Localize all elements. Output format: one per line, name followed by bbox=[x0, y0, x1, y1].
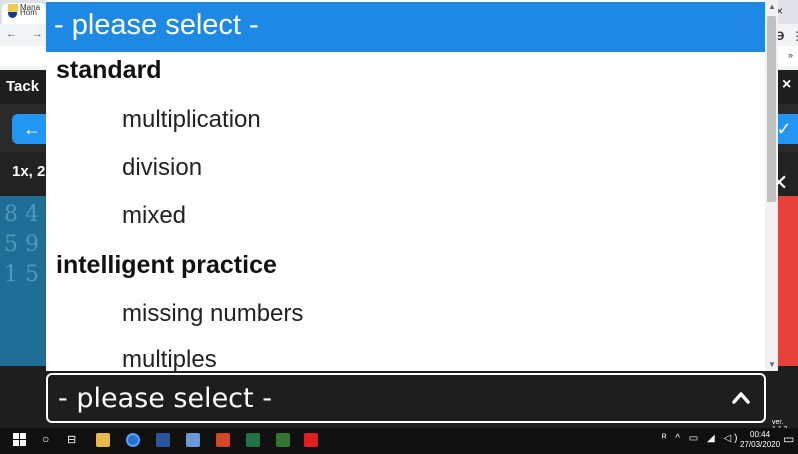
dropdown-option[interactable]: missing numbers bbox=[122, 300, 303, 328]
file-explorer-icon[interactable] bbox=[96, 433, 110, 447]
system-tray-icons[interactable]: ᴿ ^ ▭ ◢ ◁) bbox=[662, 433, 740, 444]
dropdown-option-placeholder[interactable]: - please select - bbox=[46, 2, 766, 52]
windows-start-icon[interactable] bbox=[13, 433, 27, 447]
clock-date: 27/03/2020 bbox=[740, 440, 781, 449]
scroll-down-icon[interactable]: ▼ bbox=[768, 360, 776, 369]
clock-time: 00:44 bbox=[750, 430, 771, 439]
chevron-up-icon bbox=[732, 392, 750, 404]
paint-icon[interactable] bbox=[186, 433, 200, 447]
clock[interactable]: 00:44 27/03/2020 bbox=[740, 430, 780, 450]
app-title: Tack bbox=[6, 78, 40, 95]
scrollbar-thumb[interactable] bbox=[767, 16, 776, 202]
chrome-icon[interactable] bbox=[126, 433, 140, 447]
search-icon[interactable]: ○ bbox=[42, 432, 49, 446]
task-view-icon[interactable]: ⊟ bbox=[67, 433, 76, 446]
option-group-label: intelligent practice bbox=[56, 251, 277, 279]
select-value: - please select - bbox=[58, 383, 272, 414]
dropdown-list: - please select - standard multiplicatio… bbox=[46, 0, 766, 371]
dropdown-option[interactable]: mixed bbox=[122, 202, 186, 230]
acrobat-icon[interactable] bbox=[304, 433, 318, 447]
scroll-up-icon[interactable]: ▲ bbox=[768, 2, 776, 11]
back-forward-icons[interactable]: ← → bbox=[6, 28, 49, 40]
bookmarks-more-icon[interactable]: » bbox=[788, 50, 793, 60]
word-icon[interactable] bbox=[156, 433, 170, 447]
dropdown-option[interactable]: multiples bbox=[122, 346, 217, 371]
option-group-label: standard bbox=[56, 56, 162, 84]
dropdown-option[interactable]: multiplication bbox=[122, 106, 261, 134]
notifications-icon[interactable]: ▭ bbox=[783, 432, 794, 446]
publisher-icon[interactable] bbox=[276, 433, 290, 447]
dropdown-option[interactable]: division bbox=[122, 154, 202, 182]
mode-select[interactable]: - please select - bbox=[46, 373, 766, 423]
excel-icon[interactable] bbox=[246, 433, 260, 447]
decorative-numbers: 8 4 5 9 1 5 bbox=[4, 202, 39, 287]
folder-icon bbox=[8, 4, 18, 12]
selected-tables: 1x, 2 bbox=[12, 163, 46, 180]
bookmark-item[interactable]: Mana bbox=[20, 3, 40, 12]
close-icon[interactable]: × bbox=[782, 76, 791, 94]
powerpoint-icon[interactable] bbox=[216, 433, 230, 447]
menu-icon[interactable]: ⋮ bbox=[791, 29, 798, 43]
